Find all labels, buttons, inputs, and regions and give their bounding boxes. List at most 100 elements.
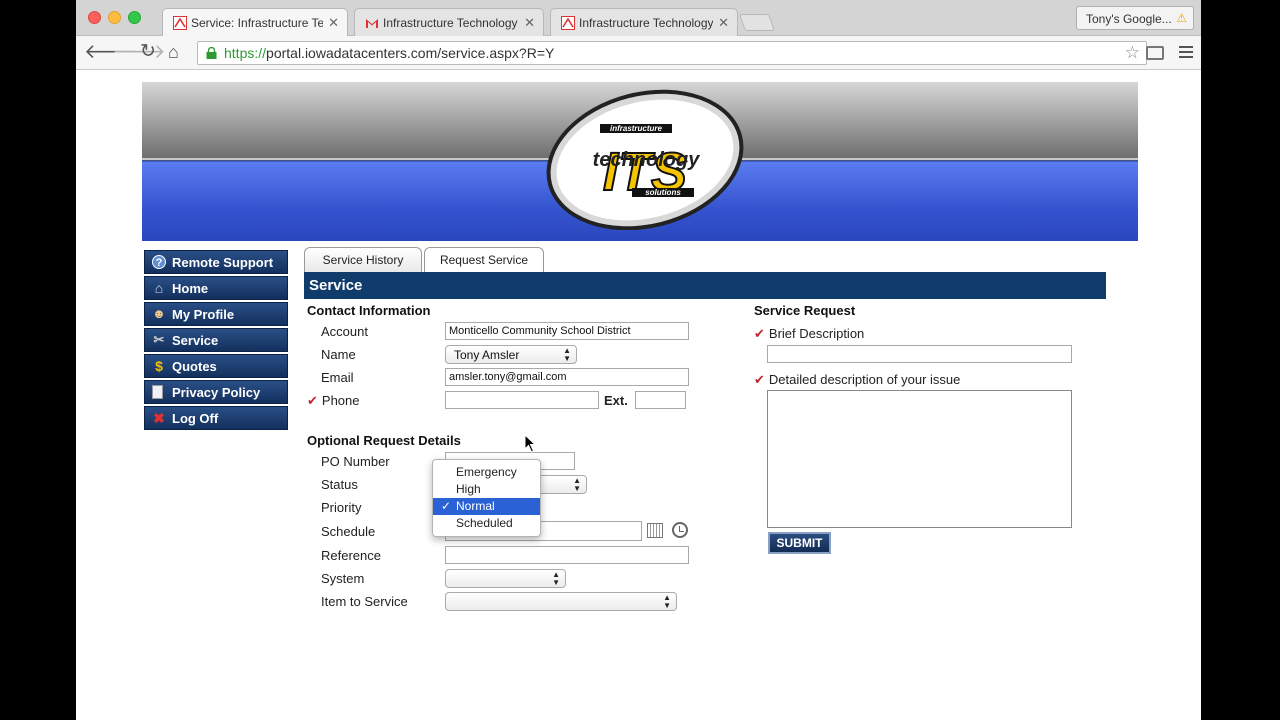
required-check-icon: ✔	[307, 393, 318, 408]
window-close-button[interactable]	[88, 11, 101, 24]
tab-service-history[interactable]: Service History	[304, 247, 422, 272]
its-favicon-icon	[173, 16, 187, 30]
browser-tab-its[interactable]: Infrastructure Technology S ✕	[550, 8, 738, 37]
priority-option-high[interactable]: High	[433, 481, 540, 498]
priority-option-emergency[interactable]: Emergency	[433, 464, 540, 481]
email-field[interactable]: amsler.tony@gmail.com	[445, 368, 689, 386]
brief-description-label-row: ✔ Brief Description	[754, 326, 864, 342]
logo-middle-text: technology	[593, 149, 701, 171]
sidebar-item-label: Remote Support	[172, 255, 274, 270]
its-favicon-icon	[561, 16, 575, 30]
tab-title: Infrastructure Technology S	[579, 16, 713, 30]
ext-field[interactable]	[635, 391, 686, 409]
priority-label: Priority	[321, 500, 362, 515]
phone-label-row: ✔ Phone	[307, 393, 360, 409]
close-tab-icon[interactable]: ✕	[328, 15, 339, 31]
sidebar-item-label: Service	[172, 333, 219, 348]
warning-icon: ⚠	[1176, 11, 1187, 25]
sidebar-item-label: Privacy Policy	[172, 385, 261, 400]
checkmark-icon: ✓	[441, 499, 452, 513]
system-select[interactable]: ▲ ▼	[445, 569, 566, 588]
calendar-icon[interactable]	[647, 523, 663, 538]
name-select[interactable]: Tony Amsler ▲ ▼	[445, 345, 577, 364]
browser-window: Service: Infrastructure Tech ✕ Infrastru…	[76, 0, 1201, 720]
window-maximize-button[interactable]	[128, 11, 141, 24]
option-label: Normal	[456, 499, 495, 513]
tab-request-service[interactable]: Request Service	[424, 247, 544, 272]
sidebar-item-label: Log Off	[172, 411, 219, 426]
option-label: Scheduled	[456, 516, 513, 530]
sidebar-item-log-off[interactable]: ✖ Log Off	[144, 406, 288, 430]
home-icon[interactable]: ⌂	[168, 41, 179, 63]
detail-description-label-row: ✔ Detailed description of your issue	[754, 372, 960, 388]
page-content: infrastructure ITS technology solutions …	[76, 71, 1201, 720]
site-banner: infrastructure ITS technology solutions	[142, 82, 1138, 241]
sidebar-item-my-profile[interactable]: ☻ My Profile	[144, 302, 288, 326]
reference-field[interactable]	[445, 546, 689, 564]
new-tab-button[interactable]	[738, 14, 776, 31]
bookmark-star-icon[interactable]: ☆	[1125, 43, 1140, 63]
clock-icon[interactable]	[672, 522, 688, 538]
close-icon: ✖	[153, 410, 165, 426]
schedule-label: Schedule	[321, 524, 376, 539]
reference-label: Reference	[321, 548, 381, 563]
account-label: Account	[321, 324, 368, 339]
close-tab-icon[interactable]: ✕	[524, 15, 535, 31]
browser-toolbar: 🡐 🡒 ↻ ⌂ https://portal.iowadatacenters.c…	[76, 36, 1201, 70]
contact-heading: Contact Information	[307, 303, 431, 318]
select-arrows-icon: ▲ ▼	[663, 593, 671, 610]
gmail-icon	[366, 19, 378, 28]
submit-button[interactable]: SUBMIT	[768, 532, 831, 554]
sidebar-nav: ? Remote Support ⌂ Home ☻ My Profile ✂ S…	[144, 250, 288, 432]
reload-icon[interactable]: ↻	[140, 41, 156, 63]
select-arrows-icon: ▲ ▼	[573, 476, 581, 493]
status-label: Status	[321, 477, 358, 492]
select-arrows-icon: ▲ ▼	[563, 346, 571, 363]
sidebar-item-service[interactable]: ✂ Service	[144, 328, 288, 352]
phone-label: Phone	[321, 393, 360, 408]
cast-icon[interactable]	[1146, 46, 1164, 60]
section-title: Service	[304, 272, 1106, 299]
priority-option-scheduled[interactable]: Scheduled	[433, 515, 540, 532]
menu-icon[interactable]	[1179, 46, 1193, 61]
account-field[interactable]: Monticello Community School District	[445, 322, 689, 340]
sidebar-item-quotes[interactable]: $ Quotes	[144, 354, 288, 378]
sidebar-item-remote-support[interactable]: ? Remote Support	[144, 250, 288, 274]
forward-arrow-icon[interactable]: 🡒	[112, 41, 166, 63]
name-label: Name	[321, 347, 356, 362]
option-label: Emergency	[456, 465, 517, 479]
browser-tab-service[interactable]: Service: Infrastructure Tech ✕	[162, 8, 348, 37]
wrench-icon: ✂	[153, 332, 165, 347]
lock-icon	[206, 47, 217, 59]
window-minimize-button[interactable]	[108, 11, 121, 24]
close-tab-icon[interactable]: ✕	[718, 15, 729, 31]
browser-tab-gmail[interactable]: Infrastructure Technology S ✕	[354, 8, 544, 37]
name-select-value: Tony Amsler	[454, 348, 520, 362]
phone-field[interactable]	[445, 391, 599, 409]
sidebar-item-label: My Profile	[172, 307, 235, 322]
tab-title: Service: Infrastructure Tech	[191, 16, 323, 30]
item-to-service-select[interactable]: ▲ ▼	[445, 592, 677, 611]
home-icon: ⌂	[154, 280, 164, 296]
its-logo: infrastructure ITS technology solutions	[546, 89, 744, 230]
optional-heading: Optional Request Details	[307, 433, 461, 448]
system-label: System	[321, 571, 365, 586]
logo-top-text: infrastructure	[610, 124, 663, 133]
required-check-icon: ✔	[754, 326, 765, 341]
sidebar-item-privacy-policy[interactable]: Privacy Policy	[144, 380, 288, 404]
detail-description-label: Detailed description of your issue	[768, 372, 961, 387]
priority-dropdown[interactable]: Emergency High ✓ Normal Scheduled	[432, 459, 541, 537]
document-icon	[152, 385, 163, 399]
remote-support-icon: ?	[152, 255, 166, 269]
priority-option-normal[interactable]: ✓ Normal	[433, 498, 540, 515]
profile-name: Tony's Google...	[1086, 12, 1172, 26]
brief-description-field[interactable]	[767, 345, 1072, 363]
address-bar[interactable]: https://portal.iowadatacenters.com/servi…	[197, 41, 1147, 65]
sidebar-item-home[interactable]: ⌂ Home	[144, 276, 288, 300]
tab-strip: Service: Infrastructure Tech ✕ Infrastru…	[76, 0, 1201, 37]
profile-icon: ☻	[152, 306, 166, 321]
brief-description-label: Brief Description	[768, 326, 865, 341]
profile-button[interactable]: Tony's Google... ⚠	[1076, 6, 1194, 30]
required-check-icon: ✔	[754, 372, 765, 387]
detail-description-textarea[interactable]	[767, 390, 1072, 528]
